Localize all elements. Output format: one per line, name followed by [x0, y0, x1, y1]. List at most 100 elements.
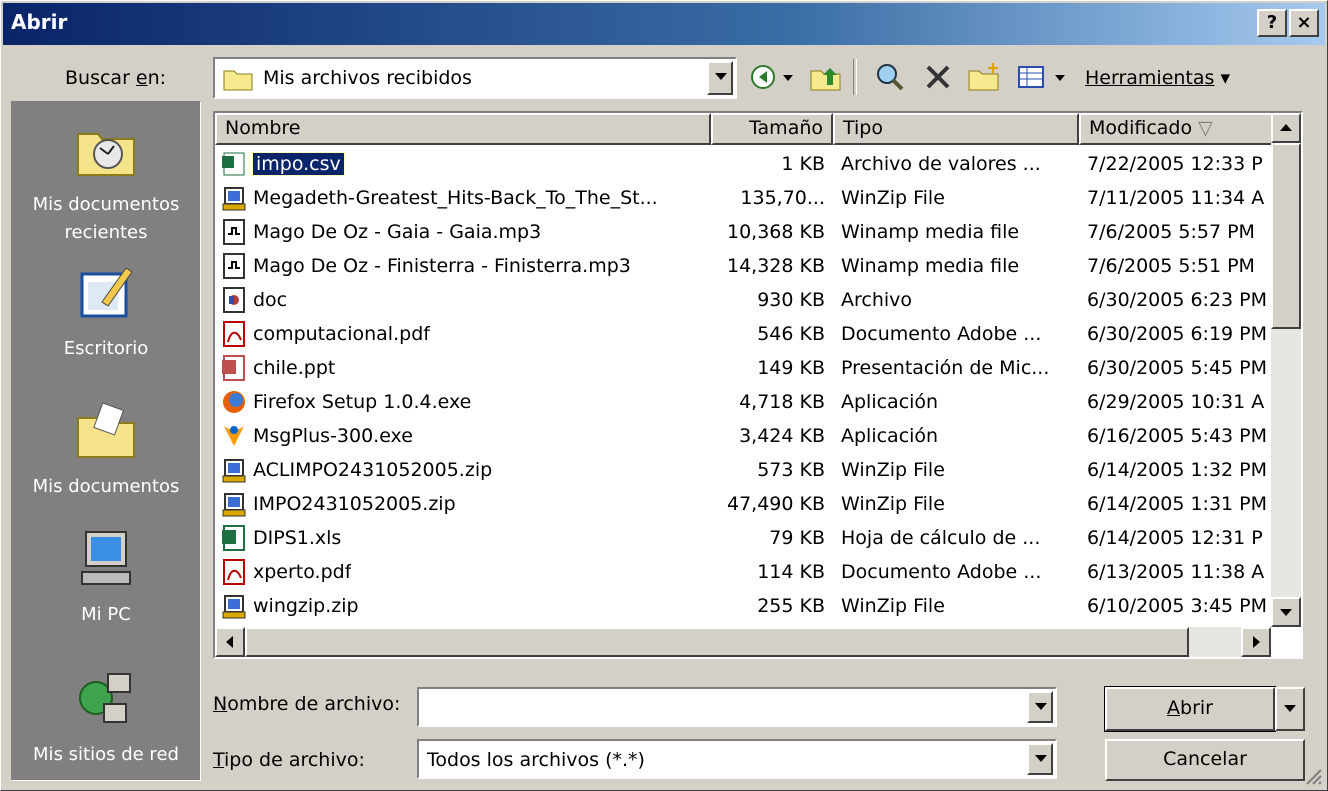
file-row[interactable]: Mago De Oz - Gaia - Gaia.mp3 10,368 KB Win… [215, 215, 1275, 249]
file-csv-icon [222, 152, 245, 176]
place-network[interactable]: Mis sitios de red [12, 666, 200, 769]
vertical-scrollbar[interactable] [1271, 113, 1301, 627]
open-button[interactable]: Abrir [1104, 686, 1276, 732]
file-size: 10,368 KB [726, 221, 825, 243]
file-type: WinZip File [841, 187, 945, 209]
place-desktop[interactable]: Escritorio [12, 260, 200, 363]
file-size: 47,490 KB [726, 493, 825, 515]
file-modified: 6/16/2005 5:43 PM [1087, 425, 1268, 447]
place-label: Escritorio [63, 338, 149, 359]
file-type: WinZip File [841, 493, 945, 515]
file-modified: 6/14/2005 12:31 P [1087, 527, 1263, 549]
views-icon[interactable] [1015, 61, 1049, 93]
col-header-modified[interactable]: Modificado ▽ [1079, 113, 1275, 145]
file-modified: 6/30/2005 6:23 PM [1087, 289, 1268, 311]
file-row[interactable]: impo.csv 1 KB Archivo de valores ... 7/22/2… [215, 147, 1275, 181]
file-size: 135,70... [740, 187, 825, 209]
place-recent[interactable]: Mis documentos recientes [12, 116, 200, 247]
tools-menu[interactable]: Herramientas ▾ [1085, 67, 1230, 89]
file-modified: 6/30/2005 5:45 PM [1087, 357, 1268, 379]
title-bar[interactable]: Abrir ? × [3, 3, 1325, 45]
file-type: Hoja de cálculo de ... [841, 527, 1041, 549]
help-button[interactable]: ? [1257, 9, 1287, 37]
chevron-down-icon [1284, 705, 1296, 712]
filename-combo[interactable] [417, 687, 1057, 727]
views-dropdown-icon[interactable] [1053, 61, 1067, 93]
file-name: Firefox Setup 1.0.4.exe [253, 391, 472, 413]
filetype-dropdown-arrow[interactable] [1027, 743, 1053, 775]
file-row[interactable]: wingzip.zip 255 KB WinZip File 6/10/2005 3:… [215, 589, 1275, 623]
window-title: Abrir [11, 10, 68, 34]
horizontal-scrollbar[interactable] [215, 627, 1271, 657]
file-type: Archivo [841, 289, 913, 311]
file-firefox-icon [223, 391, 245, 413]
scroll-right-button[interactable] [1241, 627, 1271, 657]
place-label: Mis sitios de red [33, 744, 179, 765]
file-row[interactable]: xperto.pdf 114 KB Documento Adobe ... 6/13/… [215, 555, 1275, 589]
open-options-button[interactable] [1275, 687, 1305, 731]
cancel-button[interactable]: Cancelar [1105, 739, 1305, 781]
file-type: Documento Adobe ... [841, 323, 1042, 345]
delete-icon[interactable] [921, 61, 955, 93]
lookin-combo[interactable]: Mis archivos recibidos [213, 57, 737, 99]
file-size: 573 KB [757, 459, 825, 481]
file-row[interactable]: DIPS1.xls 79 KB Hoja de cálculo de ... 6/14… [215, 521, 1275, 555]
file-row[interactable]: Megadeth-Greatest_Hits-Back_To_The_St...… [215, 181, 1275, 215]
file-size: 149 KB [757, 357, 825, 379]
new-folder-icon[interactable] [967, 61, 1001, 93]
file-row[interactable]: MsgPlus-300.exe 3,424 KB Aplicación 6/16/20… [215, 419, 1275, 453]
file-name: Megadeth-Greatest_Hits-Back_To_The_St... [253, 187, 658, 209]
file-row[interactable]: Mago De Oz - Finisterra - Finisterra.mp3… [215, 249, 1275, 283]
col-header-type[interactable]: Tipo [833, 113, 1079, 145]
scroll-down-button[interactable] [1271, 597, 1301, 627]
col-header-size[interactable]: Tamaño [711, 113, 833, 145]
place-mydocs[interactable]: Mis documentos [12, 398, 200, 501]
close-button[interactable]: × [1289, 9, 1319, 37]
file-row[interactable]: IMPO2431052005.zip 47,490 KB WinZip File 6/… [215, 487, 1275, 521]
file-row[interactable]: doc 930 KB Archivo 6/30/2005 6:23 PM [215, 283, 1275, 317]
file-type: Documento Adobe ... [841, 561, 1042, 583]
vertical-scroll-thumb[interactable] [1271, 143, 1301, 329]
col-header-name[interactable]: Nombre [215, 113, 711, 145]
filetype-value: Todos los archivos (*.*) [427, 749, 645, 771]
file-xls-icon [222, 525, 245, 551]
back-dropdown-icon[interactable] [781, 61, 795, 93]
resize-grip-icon[interactable] [1303, 766, 1323, 786]
file-zip-icon [222, 493, 246, 517]
place-label: Mis documentos [32, 476, 180, 497]
file-type: Aplicación [841, 391, 939, 413]
lookin-dropdown-arrow[interactable] [707, 61, 733, 95]
arrow-right-icon [1253, 636, 1260, 648]
file-size: 546 KB [757, 323, 825, 345]
filetype-label: Tipo de archivo: [213, 749, 365, 771]
my-documents-icon [77, 402, 135, 458]
file-zip-icon [222, 459, 246, 483]
search-web-icon[interactable] [873, 61, 907, 93]
places-bar: Mis documentos recientes Escritorio Mis … [11, 101, 201, 781]
scroll-left-button[interactable] [215, 627, 245, 657]
file-zip-icon [222, 595, 246, 619]
file-pdf-icon [223, 559, 245, 585]
file-size: 255 KB [757, 595, 825, 617]
filetype-combo[interactable]: Todos los archivos (*.*) [417, 739, 1057, 779]
file-name: Mago De Oz - Gaia - Gaia.mp3 [253, 221, 542, 243]
file-row[interactable]: ACLIMPO2431052005.zip 573 KB WinZip File 6/… [215, 453, 1275, 487]
file-row[interactable]: Firefox Setup 1.0.4.exe 4,718 KB Aplicació… [215, 385, 1275, 419]
file-row[interactable]: chile.ppt 149 KB Presentación de Mic... 6/3… [215, 351, 1275, 385]
place-mypc[interactable]: Mi PC [12, 526, 200, 629]
file-modified: 6/10/2005 3:45 PM [1087, 595, 1268, 617]
file-zip-icon [222, 187, 246, 211]
file-row[interactable]: computacional.pdf 546 KB Documento Adobe .… [215, 317, 1275, 351]
up-folder-icon[interactable] [809, 61, 843, 93]
filename-dropdown-arrow[interactable] [1027, 691, 1053, 723]
file-pdf-icon [223, 321, 245, 347]
file-name: xperto.pdf [253, 561, 352, 583]
back-icon[interactable] [747, 61, 781, 93]
file-name: MsgPlus-300.exe [253, 425, 413, 447]
my-computer-icon [81, 531, 131, 585]
filename-input[interactable] [423, 693, 997, 721]
horizontal-scroll-thumb[interactable] [245, 627, 1189, 657]
file-type: WinZip File [841, 595, 945, 617]
scroll-up-button[interactable] [1271, 113, 1301, 143]
file-list[interactable]: Nombre Tamaño Tipo Modificado ▽ impo.csv… [213, 111, 1303, 659]
